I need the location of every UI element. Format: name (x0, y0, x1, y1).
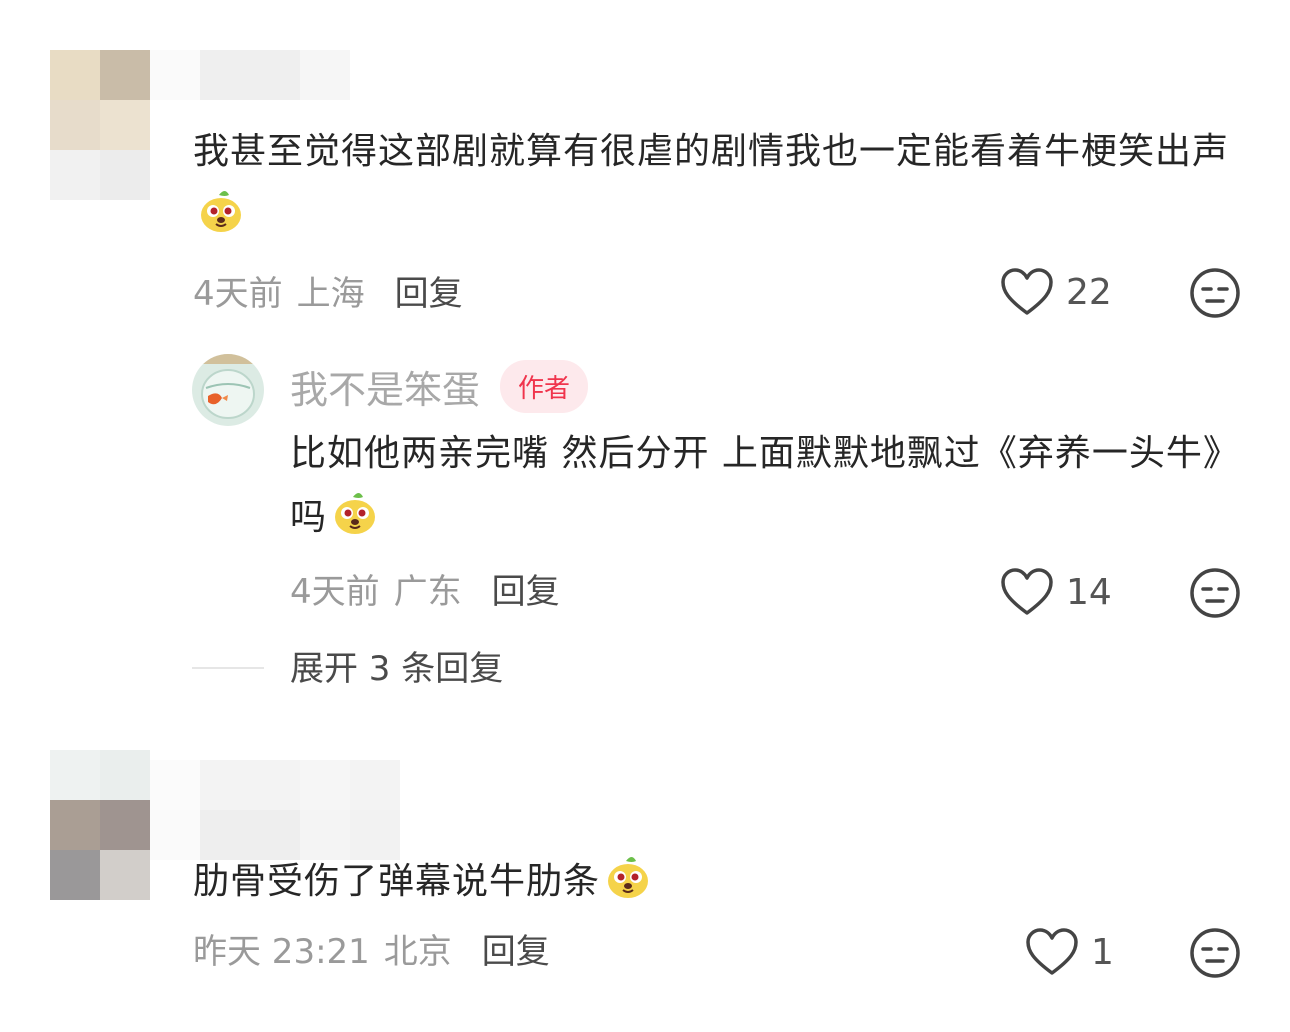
heart-icon[interactable] (1025, 927, 1079, 977)
reply-text: 比如他两亲完嘴 然后分开 上面默默地飘过《弃养一头牛》吗 (290, 433, 1222, 538)
dog-emoji-icon (335, 493, 376, 534)
author-badge: 作者 (500, 359, 589, 413)
username[interactable]: 我不是笨蛋 (290, 359, 480, 414)
comment-meta: 4天前 上海 回复 (193, 262, 463, 318)
reply-button[interactable]: 回复 (482, 924, 550, 973)
username-pixelated[interactable] (150, 760, 400, 860)
avatar[interactable] (192, 354, 264, 426)
expand-replies-button[interactable]: 展开 3 条回复 (290, 644, 503, 694)
comment-meta: 昨天 23:21 北京 回复 (193, 920, 550, 976)
reply-time: 4天前 (290, 571, 380, 612)
dislike-face-icon[interactable] (1188, 926, 1242, 980)
dislike-face-icon[interactable] (1188, 266, 1242, 320)
reply-header: 我不是笨蛋 作者 (290, 356, 589, 416)
avatar-pixelated[interactable] (50, 50, 150, 200)
username-pixelated[interactable] (150, 50, 350, 100)
dislike-face-icon[interactable] (1188, 566, 1242, 620)
comment-time: 昨天 23:21 (193, 931, 370, 972)
like-button[interactable]: 22 (1000, 262, 1112, 322)
comment-time: 4天前 (193, 273, 283, 314)
dog-emoji-icon (201, 191, 241, 232)
heart-icon[interactable] (1000, 567, 1054, 617)
like-count: 22 (1066, 271, 1112, 313)
reply-button[interactable]: 回复 (395, 266, 463, 315)
like-count: 1 (1091, 931, 1114, 973)
like-button[interactable]: 14 (1000, 562, 1112, 622)
heart-icon[interactable] (1000, 267, 1054, 317)
comment-text: 我甚至觉得这部剧就算有很虐的剧情我也一定能看着牛梗笑出声 (193, 120, 1253, 248)
dog-emoji-icon (608, 857, 649, 898)
reply-meta: 4天前 广东 回复 (290, 560, 560, 616)
comment-text: 肋骨受伤了弹幕说牛肋条 (193, 850, 1253, 914)
reply-location: 广东 (393, 571, 462, 612)
avatar-pixelated[interactable] (50, 750, 150, 900)
expand-divider (192, 667, 264, 669)
reply-button[interactable]: 回复 (492, 564, 560, 613)
like-count: 14 (1066, 571, 1112, 613)
comment-location: 上海 (296, 273, 365, 314)
comment-location: 北京 (383, 931, 452, 972)
like-button[interactable]: 1 (1025, 922, 1114, 982)
